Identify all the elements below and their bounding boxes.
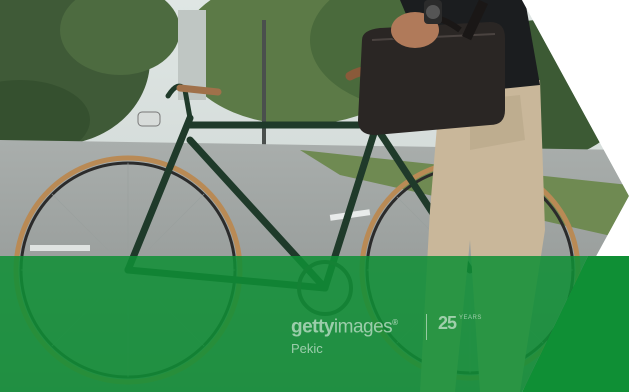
watermark-anniversary-label: YEARS <box>459 315 482 321</box>
watermark-brand-bold: getty <box>291 316 334 338</box>
registered-mark: ® <box>392 318 398 327</box>
watermark-anniversary-number: 25 <box>438 313 457 333</box>
watermark-credit: Pekic <box>291 341 323 357</box>
watermark-divider <box>426 314 427 340</box>
watermark-brand: gettyimages® <box>291 312 398 338</box>
watermark-brand-light: images <box>333 316 393 338</box>
getty-images-watermark: gettyimages® Pekic 25 YEARS <box>291 312 481 358</box>
